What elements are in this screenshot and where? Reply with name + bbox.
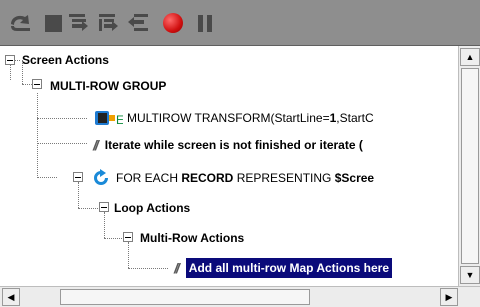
transform-start-line: 1 — [329, 111, 337, 125]
vertical-scroll-thumb[interactable] — [461, 68, 479, 264]
step-into-icon[interactable] — [66, 10, 92, 36]
tree-node-label: Loop Actions — [114, 201, 191, 215]
svg-text:E: E — [116, 113, 123, 127]
horizontal-scroll-thumb[interactable] — [60, 289, 310, 305]
expand-toggle-for-each[interactable] — [73, 172, 83, 182]
stop-square-icon[interactable] — [40, 10, 66, 36]
tree-node-iterate-comment[interactable]: // Iterate while screen is not finished … — [93, 133, 363, 157]
vertical-scrollbar[interactable]: ▲ ▼ — [458, 46, 480, 286]
record-icon[interactable] — [160, 10, 186, 36]
for-each-representing: REPRESENTING — [233, 171, 335, 185]
tree-node-multirow-transform[interactable]: E MULTIROW TRANSFORM(StartLine= 1 ,StartC — [93, 106, 374, 130]
scroll-down-arrow-icon[interactable]: ▼ — [460, 266, 480, 284]
comment-icon: // — [174, 260, 180, 276]
tree-node-screen-actions[interactable]: Screen Actions — [22, 48, 109, 72]
step-out-icon[interactable] — [126, 10, 152, 36]
toolbar — [0, 0, 480, 46]
action-tree: Screen Actions MULTI-ROW GROUP E MULTIRO… — [0, 46, 458, 286]
expand-toggle-screen-actions[interactable] — [5, 55, 15, 65]
for-each-keyword: FOR EACH — [116, 171, 182, 185]
pause-icon[interactable] — [192, 10, 218, 36]
transform-text-suffix: ,StartC — [336, 111, 374, 125]
tree-node-label: MULTI-ROW GROUP — [50, 79, 167, 93]
scroll-up-arrow-icon[interactable]: ▲ — [460, 48, 480, 66]
step-over-icon[interactable] — [96, 10, 122, 36]
tree-node-multirow-group[interactable]: MULTI-ROW GROUP — [50, 74, 166, 98]
loop-icon — [92, 169, 110, 187]
expand-toggle-multirow-actions[interactable] — [123, 232, 133, 242]
tree-node-loop-actions[interactable]: Loop Actions — [114, 196, 190, 220]
for-each-variable: $Scree — [334, 171, 375, 185]
tree-node-label: Screen Actions — [22, 53, 109, 67]
expand-toggle-multirow-group[interactable] — [32, 79, 42, 89]
tree-node-add-map-actions[interactable]: // Add all multi-row Map Actions here — [174, 256, 393, 280]
tree-node-multirow-actions[interactable]: Multi-Row Actions — [140, 226, 244, 250]
comment-text: Iterate while screen is not finished or … — [104, 138, 363, 152]
scroll-left-arrow-icon[interactable]: ◀ — [2, 288, 20, 306]
expand-toggle-loop-actions[interactable] — [99, 202, 109, 212]
horizontal-scrollbar[interactable]: ◀ ▶ — [0, 286, 480, 307]
scroll-right-arrow-icon[interactable]: ▶ — [440, 288, 458, 306]
transform-icon: E — [93, 109, 123, 127]
comment-icon: // — [93, 137, 99, 153]
tree-node-for-each[interactable]: FOR EACH RECORD REPRESENTING $Scree — [92, 166, 374, 190]
transform-text: MULTIROW TRANSFORM(StartLine= — [127, 111, 330, 125]
for-each-record: RECORD — [181, 171, 234, 185]
selected-node-label: Add all multi-row Map Actions here — [185, 258, 393, 278]
scroll-corner — [458, 287, 480, 307]
undo-icon[interactable] — [8, 10, 34, 36]
tree-node-label: Multi-Row Actions — [140, 231, 245, 245]
